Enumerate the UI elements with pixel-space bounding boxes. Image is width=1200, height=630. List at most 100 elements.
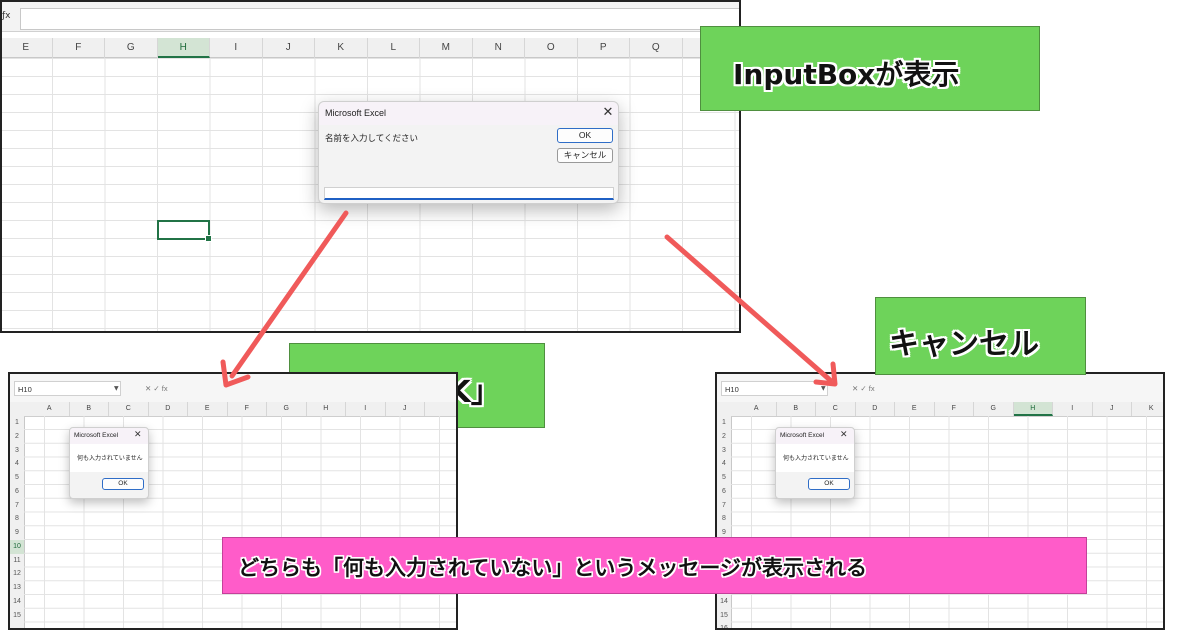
- column-header-k[interactable]: K: [315, 38, 368, 58]
- dialog-title: Microsoft Excel: [780, 432, 825, 439]
- column-header-e[interactable]: E: [188, 402, 228, 416]
- row-header-column: 1 2 3 4 5 6 7 8 9 10 11 12 13 14 15: [10, 416, 25, 628]
- ok-button[interactable]: OK: [557, 128, 613, 143]
- column-header-a[interactable]: A: [737, 402, 777, 416]
- ok-button[interactable]: OK: [808, 478, 850, 490]
- summary-banner-text: どちらも「何も入力されていない」というメッセージが表示される: [238, 556, 867, 580]
- close-icon[interactable]: ✕: [134, 430, 142, 440]
- close-icon[interactable]: ✕: [840, 430, 848, 440]
- column-header-i[interactable]: I: [1053, 402, 1093, 416]
- dialog-body: 何も入力されていません: [70, 444, 148, 472]
- column-header-row: ABCDEFGHIJK: [717, 402, 1163, 417]
- row-header-6[interactable]: 6: [10, 485, 24, 499]
- cancel-case-label-text: キャンセル: [889, 327, 1039, 362]
- dialog-title: Microsoft Excel: [74, 432, 119, 439]
- column-header-e[interactable]: E: [2, 38, 53, 58]
- row-header-8[interactable]: 8: [717, 512, 731, 526]
- top-excel-window: ƒx EFGHIJKLMNOPQ Microsoft Excel ✕ 名前を入力…: [0, 0, 741, 333]
- row-header-2[interactable]: 2: [10, 430, 24, 444]
- row-header-5[interactable]: 5: [10, 471, 24, 485]
- formula-buttons[interactable]: ✕ ✓ fx: [852, 381, 875, 396]
- formula-bar: H10 ▼ ✕ ✓ fx: [10, 374, 456, 402]
- chevron-down-icon[interactable]: ▼: [114, 381, 119, 396]
- row-header-14[interactable]: 14: [717, 595, 731, 609]
- column-header-g[interactable]: G: [105, 38, 158, 58]
- row-header-4[interactable]: 4: [717, 457, 731, 471]
- row-header-5[interactable]: 5: [717, 471, 731, 485]
- column-header-e[interactable]: E: [895, 402, 935, 416]
- column-header-row: ABCDEFGHIJ: [10, 402, 456, 417]
- message-text: 何も入力されていません: [77, 455, 143, 462]
- column-header-a[interactable]: A: [30, 402, 70, 416]
- row-header-15[interactable]: 15: [10, 609, 24, 623]
- row-header-7[interactable]: 7: [10, 499, 24, 513]
- row-header-3[interactable]: 3: [717, 444, 731, 458]
- row-header-13[interactable]: 13: [10, 581, 24, 595]
- row-header-1[interactable]: 1: [10, 416, 24, 430]
- column-header-o[interactable]: O: [525, 38, 578, 58]
- dialog-titlebar: Microsoft Excel ✕: [319, 102, 618, 125]
- column-header-n[interactable]: N: [473, 38, 525, 58]
- formula-buttons[interactable]: ✕ ✓ fx: [145, 381, 168, 396]
- dialog-title: Microsoft Excel: [325, 108, 387, 118]
- formula-bar: H10 ▼ ✕ ✓ fx: [717, 374, 1163, 402]
- column-header-j[interactable]: J: [1093, 402, 1132, 416]
- dialog-titlebar: Microsoft Excel ✕: [70, 428, 148, 444]
- column-header-i[interactable]: I: [346, 402, 386, 416]
- row-header-16[interactable]: 16: [717, 622, 731, 628]
- column-header-g[interactable]: G: [267, 402, 307, 416]
- name-box[interactable]: H10: [14, 381, 121, 396]
- close-icon[interactable]: ✕: [600, 105, 616, 121]
- message-box: Microsoft Excel ✕ 何も入力されていません OK: [69, 427, 149, 499]
- inputbox-label: InputBoxが表示: [700, 26, 1040, 111]
- cancel-button[interactable]: キャンセル: [557, 148, 613, 163]
- column-header-f[interactable]: F: [228, 402, 267, 416]
- column-header-b[interactable]: B: [70, 402, 109, 416]
- row-header-9[interactable]: 9: [10, 526, 24, 540]
- column-header-j[interactable]: J: [386, 402, 425, 416]
- column-header-c[interactable]: C: [816, 402, 856, 416]
- column-header-m[interactable]: M: [420, 38, 473, 58]
- column-header-i[interactable]: I: [210, 38, 263, 58]
- column-header-c[interactable]: C: [109, 402, 149, 416]
- column-header-d[interactable]: D: [149, 402, 188, 416]
- row-header-15[interactable]: 15: [717, 609, 731, 623]
- row-header-14[interactable]: 14: [10, 595, 24, 609]
- row-header-3[interactable]: 3: [10, 444, 24, 458]
- inputbox-dialog: Microsoft Excel ✕ 名前を入力してください OK キャンセル: [318, 101, 619, 204]
- row-header-7[interactable]: 7: [717, 499, 731, 513]
- message-box: Microsoft Excel ✕ 何も入力されていません OK: [775, 427, 855, 499]
- selected-cell[interactable]: [157, 220, 212, 242]
- column-header-q[interactable]: Q: [630, 38, 683, 58]
- inputbox-label-text: InputBoxが表示: [733, 58, 960, 91]
- input-field[interactable]: [324, 187, 614, 200]
- row-header-4[interactable]: 4: [10, 457, 24, 471]
- row-header-8[interactable]: 8: [10, 512, 24, 526]
- row-header-1[interactable]: 1: [717, 416, 731, 430]
- row-header-2[interactable]: 2: [717, 430, 731, 444]
- row-header-12[interactable]: 12: [10, 567, 24, 581]
- fx-icon[interactable]: ƒx: [2, 11, 16, 25]
- column-header-h[interactable]: H: [1013, 402, 1053, 416]
- name-box[interactable]: H10: [721, 381, 828, 396]
- column-header-d[interactable]: D: [856, 402, 895, 416]
- chevron-down-icon[interactable]: ▼: [821, 381, 826, 396]
- row-header-11[interactable]: 11: [10, 554, 24, 568]
- row-header-6[interactable]: 6: [717, 485, 731, 499]
- row-header-10[interactable]: 10: [10, 539, 24, 554]
- column-header-h[interactable]: H: [157, 38, 210, 58]
- column-header-h[interactable]: H: [307, 402, 346, 416]
- column-header-g[interactable]: G: [974, 402, 1014, 416]
- column-header-p[interactable]: P: [578, 38, 630, 58]
- column-header-f[interactable]: F: [53, 38, 105, 58]
- dialog-titlebar: Microsoft Excel ✕: [776, 428, 854, 444]
- ok-button[interactable]: OK: [102, 478, 144, 490]
- column-header-f[interactable]: F: [935, 402, 974, 416]
- dialog-prompt: 名前を入力してください: [325, 134, 418, 144]
- column-header-b[interactable]: B: [777, 402, 816, 416]
- column-header-j[interactable]: J: [263, 38, 315, 58]
- column-header-k[interactable]: K: [1132, 402, 1163, 416]
- column-header-l[interactable]: L: [368, 38, 420, 58]
- formula-input[interactable]: [20, 8, 739, 30]
- dialog-body: 何も入力されていません: [776, 444, 854, 472]
